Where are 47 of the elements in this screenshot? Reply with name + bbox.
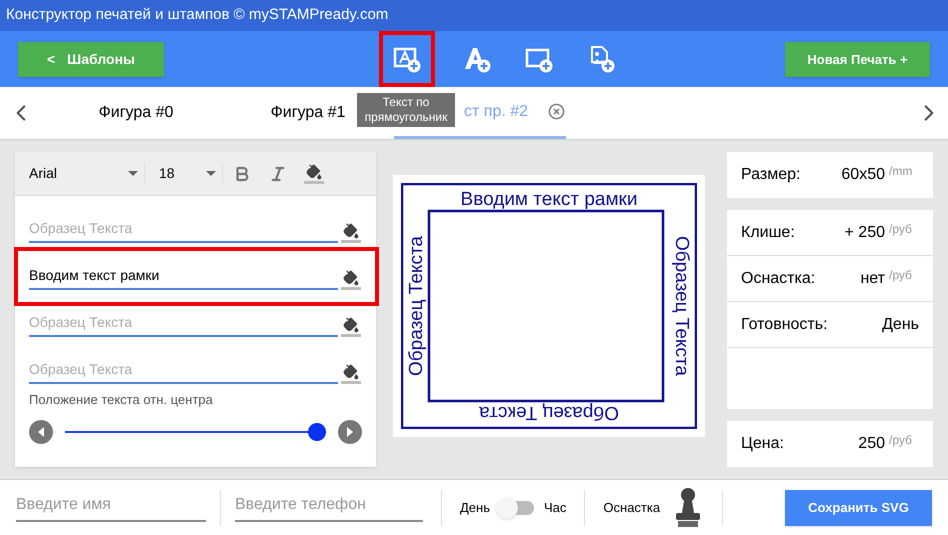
stamp-text: Образец Текста [479, 402, 619, 424]
close-icon[interactable] [548, 103, 566, 120]
info-value: 250 [858, 434, 885, 454]
name-field[interactable]: Введите имя [16, 493, 206, 522]
unit-label: /руб [889, 432, 913, 450]
text-field[interactable]: Образец Текста [29, 218, 338, 244]
save-svg-button[interactable]: Сохранить SVG [785, 490, 932, 526]
stamp-text: Образец Текста [671, 236, 692, 376]
size-dropdown[interactable]: 18 [155, 163, 223, 184]
fill-color-icon[interactable] [340, 364, 362, 384]
caret-icon [128, 171, 138, 176]
italic-icon[interactable] [269, 164, 287, 183]
stamp-text: Вводим текст рамки [460, 189, 638, 210]
caret-icon [206, 171, 216, 176]
info-label: Цена: [741, 434, 785, 454]
info-value: 60x50 [841, 165, 885, 186]
info-value: нет [860, 268, 885, 289]
info-value: + 250 [844, 222, 885, 243]
phone-field[interactable]: Введите телефон [235, 493, 423, 522]
font-dropdown[interactable]: Arial [29, 163, 145, 184]
fill-color-icon[interactable] [340, 317, 362, 338]
fill-color-icon[interactable] [340, 270, 362, 290]
info-label: Клише: [741, 222, 796, 243]
text-field[interactable]: Образец Текста [29, 312, 338, 338]
text-field[interactable]: Образец Текста [29, 359, 338, 384]
tooltip: Текст по прямоугольник [357, 93, 455, 128]
toggle-label: Час [544, 498, 566, 517]
stamp-handle-icon[interactable] [674, 486, 702, 529]
info-label: Оснастка: [741, 268, 816, 289]
info-label: Готовность: [741, 314, 829, 335]
tab[interactable]: Фигура #0 [50, 87, 222, 140]
slider-track[interactable] [65, 422, 326, 441]
tool-button[interactable] [378, 31, 434, 88]
info-label: Размер: [741, 165, 802, 186]
unit-label: /mm [889, 163, 914, 180]
slider-label: Положение текста отн. центра [29, 391, 214, 410]
unit-label: /руб [889, 221, 913, 238]
stamp-text: Образец Текста [406, 236, 427, 376]
window-title: Конструктор печатей и штампов © mySTAMPready.com [6, 5, 388, 26]
info-value: День [882, 314, 919, 335]
toggle-label: День [460, 498, 490, 517]
fill-color-icon[interactable] [340, 223, 362, 244]
unit-label: /руб [889, 267, 913, 284]
fill-color-icon[interactable] [303, 164, 325, 184]
text-field[interactable]: Вводим текст рамки [29, 265, 338, 290]
mount-label: Оснастка [603, 498, 660, 517]
slider-thumb[interactable] [308, 422, 326, 441]
